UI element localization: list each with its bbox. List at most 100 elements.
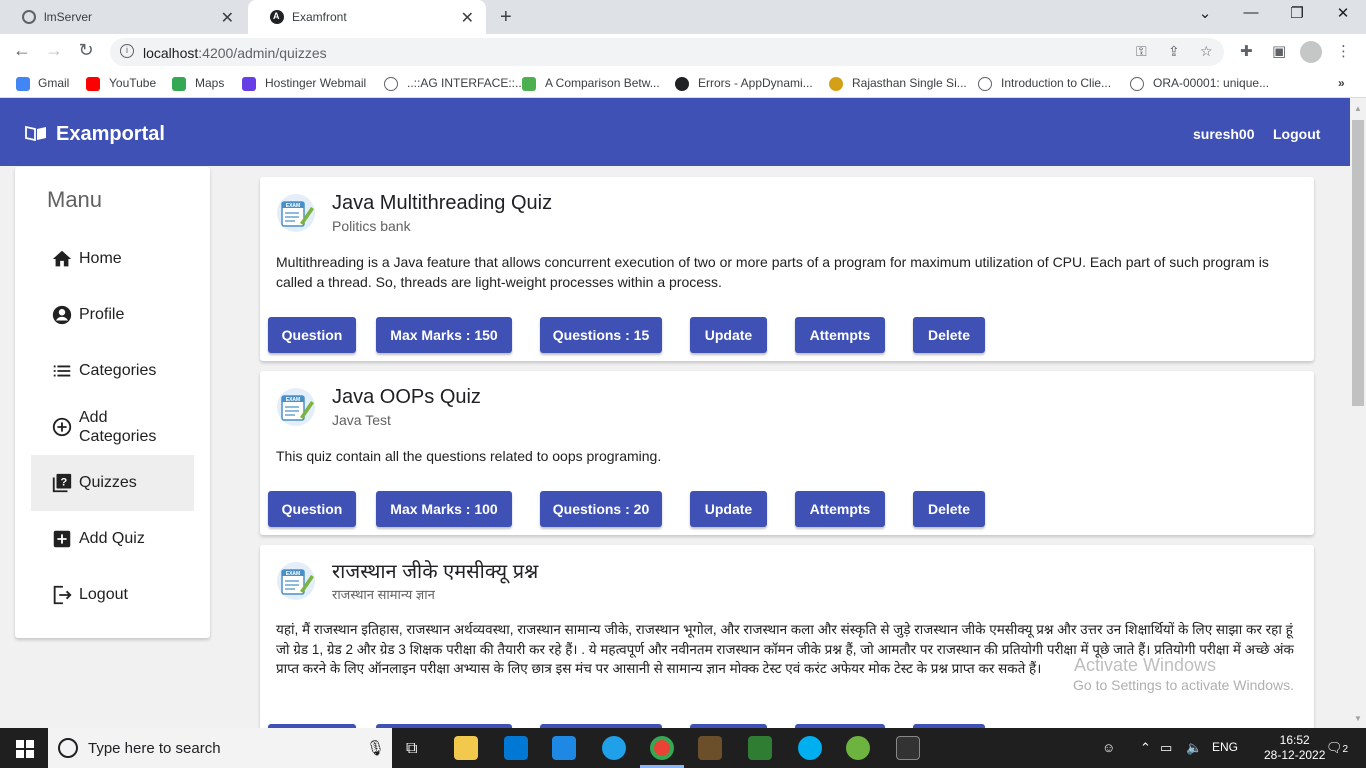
notification-count: 2 — [1342, 744, 1349, 755]
quiz-category: राजस्थान सामान्य ज्ञान — [332, 587, 435, 602]
file-explorer-icon[interactable] — [454, 736, 478, 760]
questions-count-button[interactable]: Questions : 20 — [540, 491, 662, 527]
restore-button[interactable]: ❐ — [1282, 4, 1312, 22]
username-link[interactable]: suresh00 — [1193, 126, 1254, 142]
youtube-icon — [86, 77, 100, 91]
microsoft-store-icon[interactable] — [504, 736, 528, 760]
attempts-button[interactable]: Attempts — [795, 491, 885, 527]
bookmark-youtube[interactable]: YouTube — [109, 76, 156, 90]
network-icon[interactable]: ▭ — [1160, 740, 1172, 756]
edge-icon[interactable] — [602, 736, 626, 760]
site-info-icon[interactable]: i — [120, 44, 134, 58]
sidebar-item-quizzes[interactable]: ? Quizzes — [31, 455, 194, 511]
notification-center-icon[interactable]: 🗨2 — [1326, 740, 1348, 756]
language-indicator[interactable]: ENG — [1212, 740, 1238, 754]
tab-examfront[interactable]: Examfront ✕ — [248, 0, 486, 34]
update-button[interactable]: Update — [690, 317, 767, 353]
bookmark-ora[interactable]: ORA-00001: unique... — [1153, 76, 1269, 90]
address-bar[interactable]: i localhost:4200/admin/quizzes ⚿ ⇪ ☆ — [110, 38, 1224, 66]
tab-search-icon[interactable]: ⌄ — [1190, 4, 1220, 22]
microphone-icon[interactable]: 🎙 — [366, 739, 385, 757]
terminal-icon[interactable] — [896, 736, 920, 760]
bookmark-introduction[interactable]: Introduction to Clie... — [1001, 76, 1111, 90]
share-icon[interactable]: ⇪ — [1168, 43, 1180, 60]
question-button[interactable]: Question — [268, 491, 356, 527]
question-button[interactable]: Question — [268, 317, 356, 353]
angular-icon — [270, 10, 284, 24]
page-scrollbar[interactable]: ▲ ▼ — [1350, 98, 1366, 728]
more-bookmarks-icon[interactable]: » — [1338, 76, 1345, 90]
header-logout-link[interactable]: Logout — [1273, 126, 1320, 142]
update-button[interactable]: Update — [690, 491, 767, 527]
globe-icon — [22, 10, 36, 24]
new-tab-button[interactable]: + — [500, 6, 512, 29]
sidebar-item-categories[interactable]: Categories — [31, 343, 194, 399]
back-button[interactable]: ← — [10, 40, 34, 61]
oracle-icon — [1130, 77, 1144, 91]
forward-button[interactable]: → — [42, 40, 66, 61]
quiz-icon: ? — [52, 473, 72, 493]
questions-count-button[interactable]: Questions : 15 — [540, 317, 662, 353]
sidebar-item-logout[interactable]: Logout — [31, 567, 194, 623]
close-icon[interactable]: ✕ — [461, 8, 474, 28]
people-icon[interactable]: ☺ — [1102, 740, 1115, 755]
scroll-up-arrow[interactable]: ▲ — [1354, 104, 1362, 113]
tab-lmserver[interactable]: lmServer ✕ — [0, 0, 246, 34]
minimize-button[interactable]: — — [1236, 4, 1266, 21]
max-marks-button[interactable]: Max Marks : 100 — [376, 491, 512, 527]
volume-icon[interactable]: 🔈 — [1186, 740, 1202, 756]
bookmark-appdynamics[interactable]: Errors - AppDynami... — [698, 76, 813, 90]
side-panel-icon[interactable]: ▣ — [1272, 42, 1286, 60]
reload-button[interactable]: ↻ — [74, 40, 98, 61]
scroll-thumb[interactable] — [1352, 120, 1364, 406]
bookmark-ag-interface[interactable]: ..::AG INTERFACE::.. — [407, 76, 522, 90]
spring-tool-icon[interactable] — [846, 736, 870, 760]
sidebar-item-add-categories[interactable]: Add Categories — [31, 399, 194, 455]
delete-button[interactable]: Delete — [913, 317, 985, 353]
taskbar-search-input[interactable]: Type here to search 🎙 — [48, 728, 392, 768]
sidebar-item-home[interactable]: Home — [31, 231, 194, 287]
sidebar-item-add-quiz[interactable]: Add Quiz — [31, 511, 194, 567]
skype-icon[interactable] — [798, 736, 822, 760]
sidebar-item-profile[interactable]: Profile — [31, 287, 194, 343]
tab-title: Examfront — [292, 10, 347, 24]
sidebar-item-label: Add Categories — [79, 409, 157, 445]
bookmark-hostinger[interactable]: Hostinger Webmail — [265, 76, 366, 90]
attempts-button[interactable]: Attempts — [795, 317, 885, 353]
tab-title: lmServer — [44, 10, 93, 24]
extensions-icon[interactable]: ✚ — [1240, 42, 1253, 60]
scroll-down-arrow[interactable]: ▼ — [1354, 714, 1362, 723]
sidebar-item-label: Quizzes — [79, 474, 137, 491]
svg-text:EXAM: EXAM — [286, 397, 300, 403]
browser-tab-strip: lmServer ✕ Examfront ✕ + ⌄ — ❐ ✕ — [0, 0, 1366, 34]
brand-title[interactable]: Examportal — [56, 123, 165, 146]
bookmark-gmail[interactable]: Gmail — [38, 76, 69, 90]
menu-kebab-icon[interactable]: ⋮ — [1336, 42, 1351, 60]
system-clock[interactable]: 16:52 28-12-2022 — [1264, 733, 1325, 763]
spreadsheet-app-icon[interactable] — [748, 736, 772, 760]
profile-avatar-icon[interactable] — [1300, 41, 1322, 63]
sidebar-item-label: Logout — [79, 586, 128, 603]
bookmark-maps[interactable]: Maps — [195, 76, 224, 90]
bookmark-star-icon[interactable]: ☆ — [1200, 43, 1213, 60]
exam-icon: EXAM — [277, 562, 315, 600]
chrome-icon[interactable] — [650, 736, 674, 760]
quiz-card: EXAM Java OOPs Quiz Java Test This quiz … — [260, 371, 1314, 535]
task-view-icon[interactable]: ⧉ — [406, 740, 417, 758]
window-close-button[interactable]: ✕ — [1328, 4, 1358, 22]
game-app-icon[interactable] — [698, 736, 722, 760]
url-text[interactable]: localhost:4200/admin/quizzes — [143, 45, 327, 61]
mail-icon[interactable] — [552, 736, 576, 760]
show-hidden-icons-chevron[interactable]: ⌃ — [1140, 740, 1151, 756]
bookmark-comparison[interactable]: A Comparison Betw... — [545, 76, 660, 90]
home-icon — [52, 250, 72, 267]
bookmark-rajasthan[interactable]: Rajasthan Single Si... — [852, 76, 967, 90]
app-header: Examportal suresh00 Logout — [0, 98, 1350, 166]
appdynamics-icon — [675, 77, 689, 91]
key-icon[interactable]: ⚿ — [1136, 43, 1147, 60]
delete-button[interactable]: Delete — [913, 491, 985, 527]
close-icon[interactable]: ✕ — [221, 8, 234, 28]
windows-start-icon[interactable] — [16, 740, 34, 758]
max-marks-button[interactable]: Max Marks : 150 — [376, 317, 512, 353]
browser-toolbar: ← → ↻ i localhost:4200/admin/quizzes ⚿ ⇪… — [0, 34, 1366, 70]
